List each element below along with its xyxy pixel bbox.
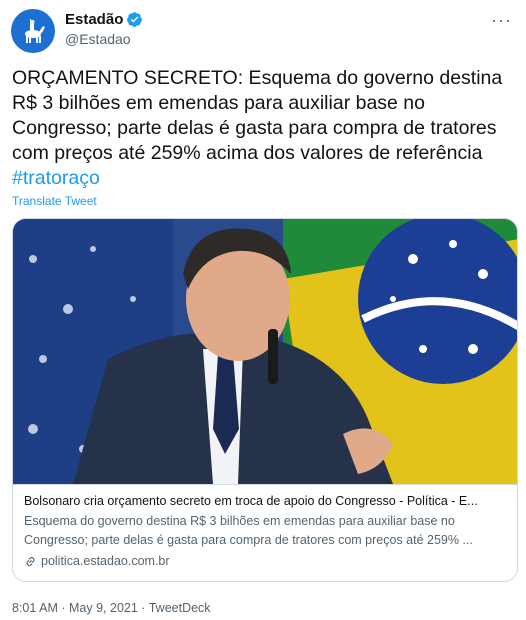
hashtag-link[interactable]: #tratoraço (12, 167, 100, 189)
separator: · (141, 601, 146, 615)
tweet-source[interactable]: TweetDeck (149, 601, 211, 615)
separator: · (61, 601, 66, 615)
card-domain-row: politica.estadao.com.br (24, 552, 508, 570)
card-body: Bolsonaro cria orçamento secreto em troc… (13, 484, 517, 570)
more-icon[interactable]: ··· (491, 10, 512, 31)
verified-badge-icon (127, 12, 143, 27)
link-icon (26, 556, 35, 566)
tweet-date[interactable]: May 9, 2021 (69, 601, 138, 615)
card-description: Esquema do governo destina R$ 3 bilhões … (24, 514, 473, 547)
tweet-meta: 8:01 AM · May 9, 2021 · TweetDeck (12, 601, 211, 615)
tweet-text: ORÇAMENTO SECRETO: Esquema do governo de… (12, 66, 518, 191)
avatar[interactable] (11, 9, 55, 53)
horse-rider-logo-icon (25, 19, 45, 43)
account-handle[interactable]: @Estadao (65, 31, 131, 47)
card-domain: politica.estadao.com.br (41, 554, 170, 568)
account-name[interactable]: Estadão (65, 11, 123, 28)
card-image (13, 219, 517, 484)
card-title: Bolsonaro cria orçamento secreto em troc… (24, 494, 478, 508)
account-name-row[interactable]: Estadão (65, 11, 143, 28)
translate-tweet-link[interactable]: Translate Tweet (12, 194, 97, 208)
tweet-body: ORÇAMENTO SECRETO: Esquema do governo de… (12, 67, 503, 164)
link-card[interactable]: Bolsonaro cria orçamento secreto em troc… (12, 218, 518, 582)
tweet-time[interactable]: 8:01 AM (12, 601, 58, 615)
